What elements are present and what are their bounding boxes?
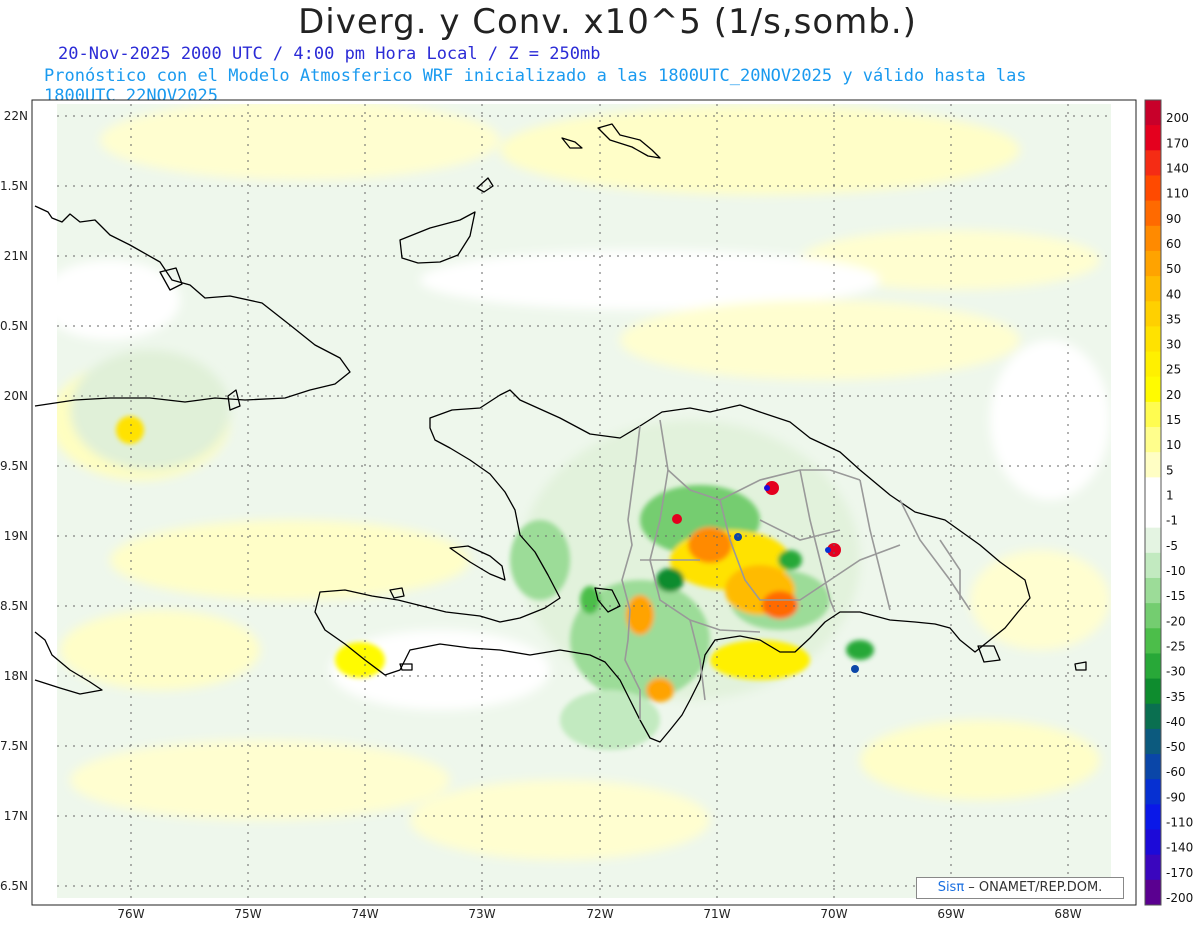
colorbar-swatch [1145, 276, 1161, 302]
lon-label: 74W [351, 907, 378, 921]
lat-label: 0.5N [0, 319, 28, 333]
colorbar-swatch [1145, 351, 1161, 378]
divergence-field [57, 104, 1111, 898]
lon-label: 75W [234, 907, 261, 921]
lon-label: 76W [117, 907, 144, 921]
colorbar-label: 90 [1166, 212, 1181, 226]
colorbar-swatch [1145, 603, 1161, 629]
colorbar: 200 170 140 110 90 60 50 40 35 30 25 20 15 10 5 1 -1 -5 -1… [1144, 99, 1193, 906]
colorbar-swatch [1145, 552, 1161, 579]
credit-box: Sisπ – ONAMET/REP.DOM. [916, 877, 1124, 899]
lon-label: 70W [820, 907, 847, 921]
colorbar-swatch [1145, 301, 1161, 327]
colorbar-label: 30 [1166, 338, 1181, 352]
colorbar-swatch [1145, 502, 1161, 529]
lat-axis: 22N 1.5N 21N 0.5N 20N 9.5N 19N 8.5N 18N … [0, 109, 28, 893]
colorbar-swatch [1145, 527, 1161, 554]
lon-label: 71W [703, 907, 730, 921]
colorbar-swatch [1145, 628, 1161, 654]
colorbar-swatch [1145, 754, 1161, 780]
colorbar-swatch [1145, 225, 1161, 252]
colorbar-label: -25 [1166, 639, 1186, 653]
lat-label: 19N [4, 529, 28, 543]
colorbar-label: 15 [1166, 413, 1181, 427]
colorbar-label: 50 [1166, 262, 1181, 276]
lat-label: 9.5N [0, 459, 28, 473]
colorbar-swatch [1145, 879, 1161, 906]
colorbar-swatch [1145, 376, 1161, 403]
colorbar-label: 25 [1166, 363, 1181, 377]
colorbar-swatch [1145, 477, 1161, 503]
lon-label: 73W [468, 907, 495, 921]
credit-text: – ONAMET/REP.DOM. [964, 880, 1103, 895]
lat-label: 20N [4, 389, 28, 403]
colorbar-label: 140 [1166, 161, 1189, 175]
colorbar-label: -40 [1166, 715, 1186, 729]
colorbar-label: -90 [1166, 790, 1186, 804]
colorbar-label: -5 [1166, 539, 1178, 553]
colorbar-label: 20 [1166, 388, 1181, 402]
lat-label: 1.5N [0, 179, 28, 193]
lat-label: 7.5N [0, 739, 28, 753]
colorbar-label: 10 [1166, 438, 1181, 452]
colorbar-swatch [1145, 829, 1161, 856]
lat-label: 21N [4, 249, 28, 263]
colorbar-label: 170 [1166, 136, 1189, 150]
colorbar-label: -60 [1166, 765, 1186, 779]
colorbar-swatch [1145, 653, 1161, 680]
colorbar-swatch [1145, 703, 1161, 730]
lon-label: 72W [586, 907, 613, 921]
lat-label: 17N [4, 809, 28, 823]
colorbar-label: -35 [1166, 690, 1186, 704]
colorbar-label: -170 [1166, 866, 1193, 880]
lat-label: 22N [4, 109, 28, 123]
colorbar-label: -200 [1166, 891, 1193, 905]
colorbar-label: -20 [1166, 614, 1186, 628]
sispi-brand: Sisπ [937, 880, 965, 895]
colorbar-swatch [1145, 125, 1161, 151]
colorbar-label: 200 [1166, 111, 1189, 125]
colorbar-swatch [1145, 427, 1161, 453]
lon-label: 69W [937, 907, 964, 921]
colorbar-swatch [1145, 804, 1161, 831]
colorbar-label: 35 [1166, 312, 1181, 326]
colorbar-swatch [1145, 175, 1161, 202]
colorbar-label: 110 [1166, 187, 1189, 201]
colorbar-label: -1 [1166, 514, 1178, 528]
colorbar-swatch [1145, 728, 1161, 755]
colorbar-swatch [1145, 678, 1161, 705]
colorbar-label: -10 [1166, 564, 1186, 578]
colorbar-swatch [1145, 452, 1161, 478]
colorbar-label: -30 [1166, 665, 1186, 679]
colorbar-label: -110 [1166, 816, 1193, 830]
colorbar-label: -15 [1166, 589, 1186, 603]
lon-axis: 76W 75W 74W 73W 72W 71W 70W 69W 68W [117, 907, 1081, 921]
colorbar-swatch [1145, 150, 1161, 176]
colorbar-label: 5 [1166, 463, 1174, 477]
colorbar-swatch [1145, 854, 1161, 881]
lon-label: 68W [1054, 907, 1081, 921]
colorbar-swatch [1145, 250, 1161, 277]
forecast-map: 22N 1.5N 21N 0.5N 20N 9.5N 19N 8.5N 18N … [0, 99, 1193, 921]
colorbar-swatch [1145, 100, 1161, 126]
colorbar-swatch [1145, 779, 1161, 805]
colorbar-label: 60 [1166, 237, 1181, 251]
colorbar-label: -50 [1166, 740, 1186, 754]
colorbar-swatch [1145, 326, 1161, 353]
colorbar-label: -140 [1166, 841, 1193, 855]
lat-label: 6.5N [0, 879, 28, 893]
colorbar-label: 40 [1166, 287, 1181, 301]
colorbar-swatch [1145, 200, 1161, 227]
colorbar-label: 1 [1166, 489, 1174, 503]
lat-label: 18N [4, 669, 28, 683]
colorbar-swatch [1145, 577, 1161, 604]
lat-label: 8.5N [0, 599, 28, 613]
colorbar-swatch [1145, 401, 1161, 428]
